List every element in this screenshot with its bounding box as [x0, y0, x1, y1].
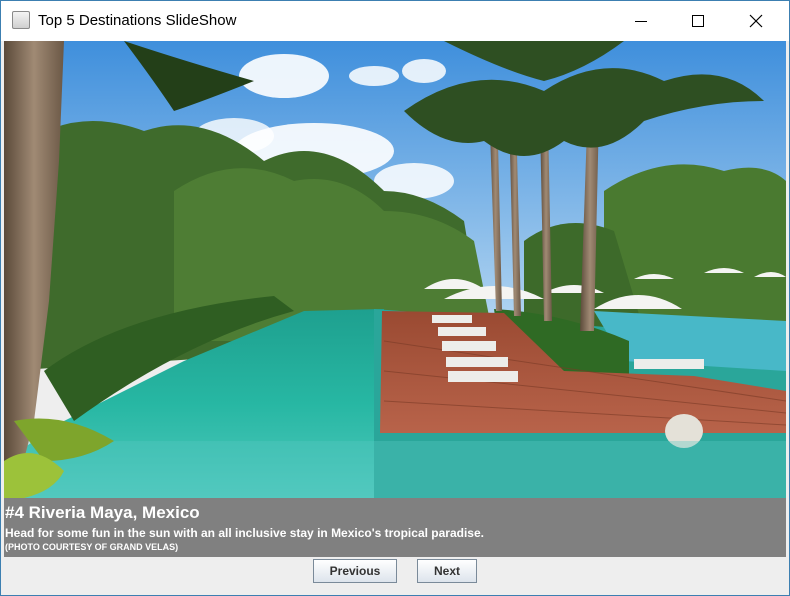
slide-heading: #4 Riveria Maya, Mexico [5, 503, 200, 522]
maximize-icon [692, 15, 704, 27]
navigation-bar: Previous Next [4, 557, 786, 593]
slide-caption: #4 Riveria Maya, Mexico Head for some fu… [4, 498, 786, 557]
close-icon [749, 14, 763, 28]
minimize-button[interactable] [612, 1, 670, 41]
photo-credit: (PHOTO COURTESY OF GRAND VELAS) [5, 542, 179, 552]
close-button[interactable] [728, 1, 786, 41]
slide-photo [4, 41, 786, 498]
slide-description: Head for some fun in the sun with an all… [5, 526, 484, 540]
resort-pool-image [4, 41, 786, 498]
previous-button[interactable]: Previous [313, 559, 397, 583]
maximize-button[interactable] [670, 1, 728, 41]
app-window: Top 5 Destinations SlideShow #4 Riveria … [0, 0, 790, 596]
java-app-icon [12, 11, 30, 29]
next-button[interactable]: Next [417, 559, 477, 583]
minimize-icon [635, 21, 647, 22]
window-title: Top 5 Destinations SlideShow [38, 12, 237, 29]
title-bar[interactable]: Top 5 Destinations SlideShow [1, 1, 789, 41]
